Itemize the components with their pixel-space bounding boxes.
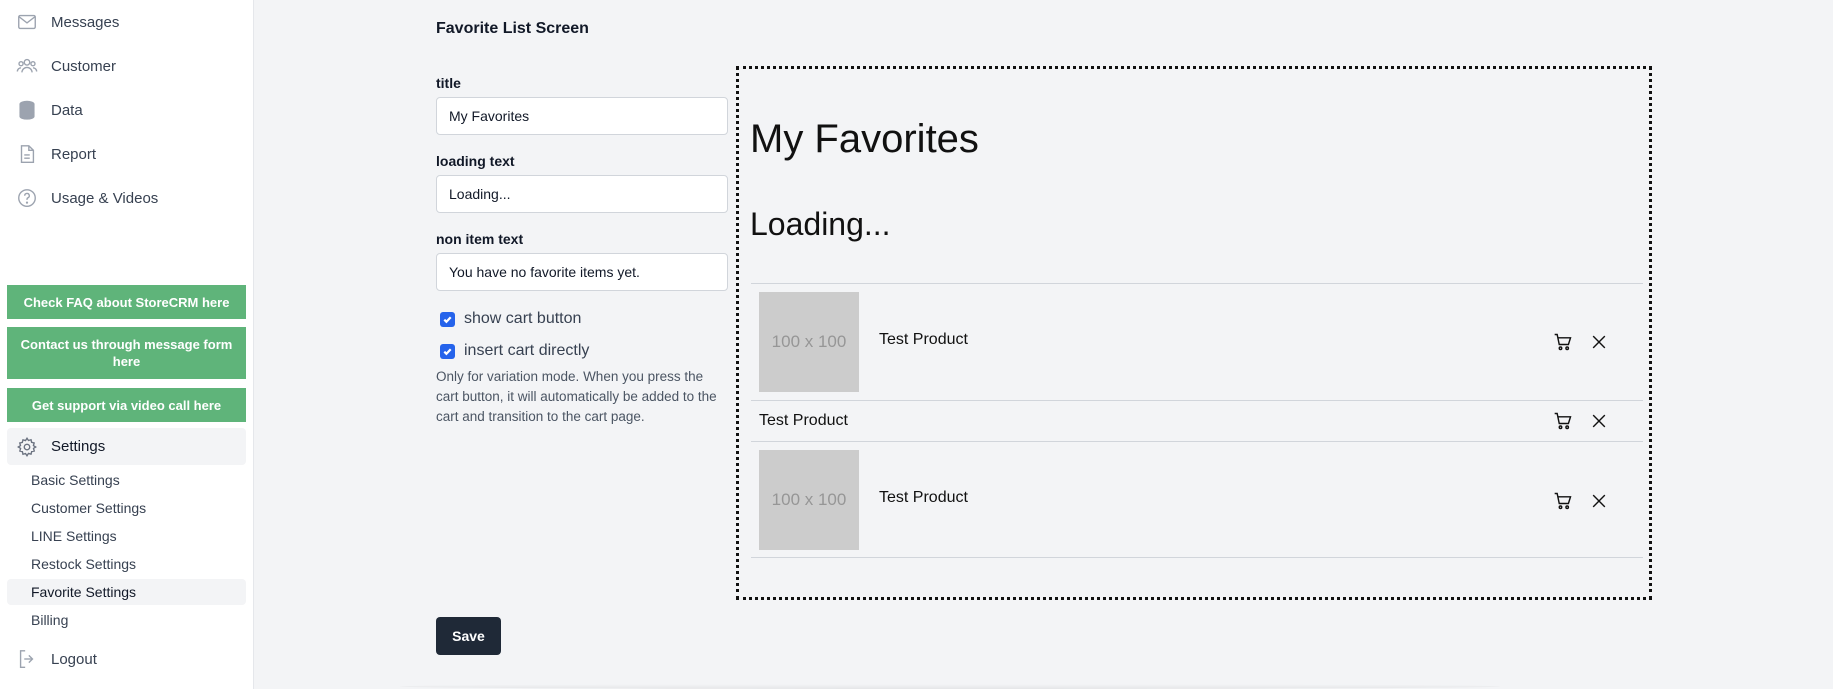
bottom-shadow [400, 684, 1500, 689]
product-name: Test Product [759, 412, 848, 429]
product-name: Test Product [879, 331, 968, 348]
non-item-text-label: non item text [436, 231, 524, 247]
nav-item-data[interactable]: Data [16, 95, 83, 125]
insert-cart-label: insert cart directly [464, 342, 590, 359]
non-item-text-input[interactable] [436, 253, 728, 291]
sidebar-item-line-settings[interactable]: LINE Settings [7, 523, 246, 549]
nav-item-label: Usage & Videos [51, 189, 159, 207]
sidebar-item-customer-settings[interactable]: Customer Settings [7, 495, 246, 521]
list-item: 100 x 100 Test Product [751, 283, 1643, 400]
close-icon[interactable] [1588, 331, 1610, 353]
preview-loading-text: Loading... [750, 206, 891, 242]
cart-icon[interactable] [1552, 331, 1574, 353]
title-input[interactable] [436, 97, 728, 135]
nav-item-label: Messages [51, 13, 120, 31]
title-label: title [436, 75, 461, 91]
cart-icon[interactable] [1552, 490, 1574, 512]
help-circle-icon [16, 187, 38, 209]
document-icon [16, 143, 38, 165]
checkmark-icon [443, 348, 452, 355]
mail-icon [16, 11, 38, 33]
product-name: Test Product [879, 489, 968, 506]
favorite-list-preview: My Favorites Loading... 100 x 100 Test P… [736, 66, 1652, 600]
sidebar-item-favorite-settings[interactable]: Favorite Settings [7, 579, 246, 605]
nav-item-messages[interactable]: Messages [16, 7, 119, 37]
logout-icon [16, 648, 38, 670]
nav-item-report[interactable]: Report [16, 139, 96, 169]
logout-button[interactable]: Logout [16, 644, 97, 674]
gear-icon [17, 436, 37, 457]
insert-cart-help-text: Only for variation mode. When you press … [436, 369, 717, 424]
sidebar-item-billing[interactable]: Billing [7, 607, 246, 633]
nav-item-customer[interactable]: Customer [16, 51, 116, 81]
list-item: 100 x 100 Test Product [751, 441, 1643, 558]
nav-item-usage-videos[interactable]: Usage & Videos [16, 183, 158, 213]
show-cart-checkbox-row[interactable]: show cart button [440, 310, 581, 328]
product-thumbnail: 100 x 100 [759, 450, 859, 550]
page-title: Favorite List Screen [436, 20, 589, 37]
close-icon[interactable] [1588, 410, 1610, 432]
insert-cart-checkbox-row[interactable]: insert cart directly [440, 342, 589, 360]
nav-item-label: Report [51, 145, 97, 163]
insert-cart-checkbox[interactable] [440, 343, 455, 359]
logout-label: Logout [51, 650, 97, 668]
checkmark-icon [443, 316, 452, 323]
show-cart-checkbox[interactable] [440, 311, 455, 327]
sidebar: Messages Customer Data Report Usage & Vi… [0, 0, 254, 689]
close-icon[interactable] [1588, 490, 1610, 512]
faq-button[interactable]: Check FAQ about StoreCRM here [7, 285, 246, 319]
database-icon [16, 99, 38, 121]
sidebar-item-basic-settings[interactable]: Basic Settings [7, 467, 246, 493]
list-item: Test Product [751, 400, 1643, 441]
contact-form-button[interactable]: Contact us through message form here [7, 327, 246, 379]
preview-title: My Favorites [750, 117, 979, 161]
nav-item-label: Customer [51, 57, 117, 75]
settings-label: Settings [51, 438, 106, 455]
sidebar-item-restock-settings[interactable]: Restock Settings [7, 551, 246, 577]
save-button[interactable]: Save [436, 617, 501, 655]
settings-menu[interactable]: Settings [7, 428, 246, 465]
users-icon [16, 55, 38, 77]
loading-text-input[interactable] [436, 175, 728, 213]
nav-item-label: Data [51, 101, 83, 119]
product-thumbnail: 100 x 100 [759, 292, 859, 392]
cart-icon[interactable] [1552, 410, 1574, 432]
show-cart-label: show cart button [464, 310, 582, 327]
video-support-button[interactable]: Get support via video call here [7, 388, 246, 422]
loading-text-label: loading text [436, 153, 515, 169]
